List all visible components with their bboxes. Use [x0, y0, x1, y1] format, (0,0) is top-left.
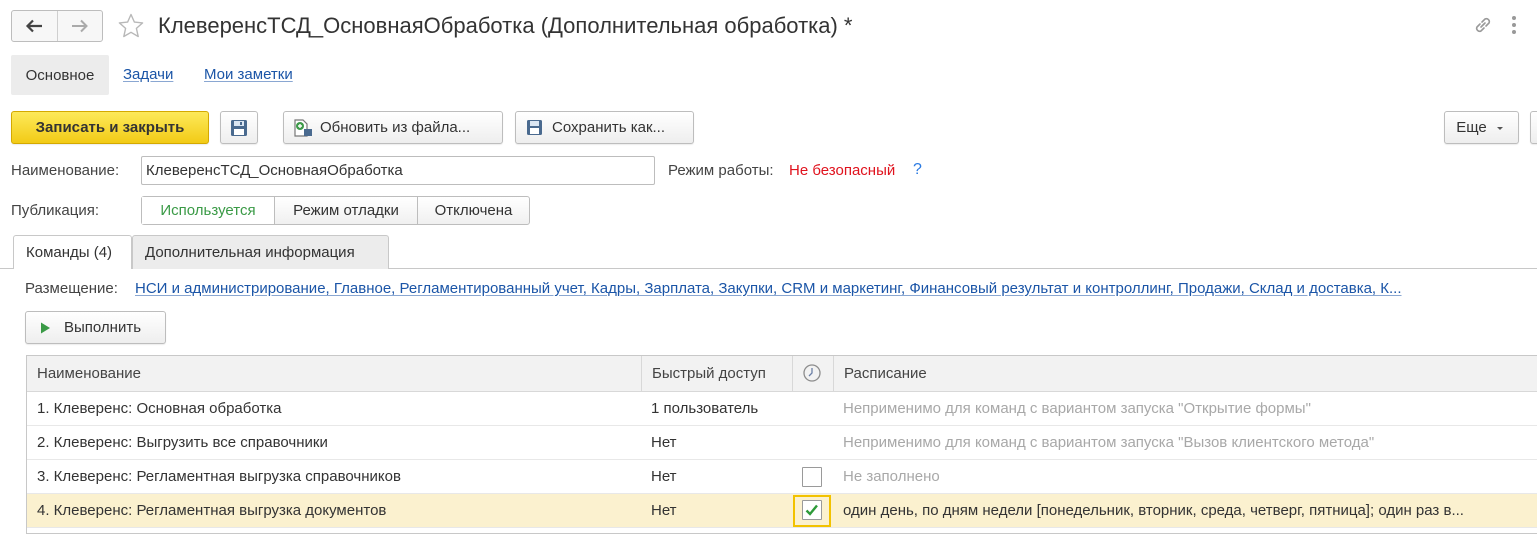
tab-divider — [0, 268, 13, 269]
checkmark-icon — [805, 504, 818, 516]
reload-from-file-icon — [294, 118, 312, 137]
favorite-star-icon[interactable] — [117, 12, 145, 40]
mode-value: Не безопасный — [789, 162, 896, 179]
section-tasks-link[interactable]: Задачи — [123, 66, 173, 83]
row-quick-access-cell: Нет — [651, 434, 677, 451]
row-name-cell: 4. Клеверенс: Регламентная выгрузка доку… — [37, 502, 387, 519]
save-as-icon — [527, 119, 542, 135]
reload-from-file-label: Обновить из файла... — [320, 119, 471, 136]
save-as-label: Сохранить как... — [552, 119, 666, 136]
more-vertical-icon[interactable] — [1510, 13, 1518, 37]
publication-option-used[interactable]: Используется — [142, 197, 274, 224]
row-quick-access-cell: Нет — [651, 468, 677, 485]
row-name-cell: 3. Клеверенс: Регламентная выгрузка спра… — [37, 468, 401, 485]
tab-commands[interactable]: Команды (4) — [13, 235, 132, 269]
clock-icon — [803, 364, 821, 382]
name-input[interactable]: КлеверенсТСД_ОсновнаяОбработка — [141, 156, 655, 185]
table-header: Наименование Быстрый доступ Расписание — [27, 356, 1537, 392]
commands-table: Наименование Быстрый доступ Расписание 1… — [26, 355, 1537, 534]
arrow-right-icon — [71, 19, 88, 33]
row-schedule-cell: Не заполнено — [843, 468, 940, 485]
run-button[interactable]: Выполнить — [25, 311, 166, 344]
row-name-cell: 2. Клеверенс: Выгрузить все справочники — [37, 434, 328, 451]
row-name-cell: 1. Клеверенс: Основная обработка — [37, 400, 282, 417]
table-row-selected[interactable]: 4. Клеверенс: Регламентная выгрузка доку… — [27, 494, 1537, 528]
run-label: Выполнить — [64, 319, 142, 336]
row-schedule-cell: Неприменимо для команд с вариантом запус… — [843, 434, 1375, 451]
name-label: Наименование: — [11, 162, 120, 179]
arrow-left-icon — [26, 19, 43, 33]
chevron-down-icon — [1496, 126, 1503, 130]
row-quick-access-cell: 1 пользователь — [651, 400, 759, 417]
publication-option-debug[interactable]: Режим отладки — [274, 197, 417, 224]
publication-selector: Используется Режим отладки Отключена — [141, 196, 530, 225]
schedule-enabled-checkbox[interactable] — [802, 467, 822, 487]
navigation-buttons — [11, 10, 103, 42]
more-button[interactable]: Еще — [1444, 111, 1519, 144]
row-schedule-cell: Неприменимо для команд с вариантом запус… — [843, 400, 1311, 417]
save-and-close-button[interactable]: Записать и закрыть — [11, 111, 209, 144]
save-button[interactable] — [220, 111, 258, 144]
back-button[interactable] — [12, 11, 57, 41]
window-title: КлеверенсТСД_ОсновнаяОбработка (Дополнит… — [158, 13, 853, 38]
section-notes-link[interactable]: Мои заметки — [204, 66, 293, 83]
link-icon[interactable] — [1472, 14, 1494, 36]
tab-divider — [389, 268, 1537, 269]
placement-link[interactable]: НСИ и администрирование, Главное, Реглам… — [135, 280, 1537, 297]
row-schedule-cell: один день, по дням недели [понедельник, … — [843, 502, 1464, 519]
column-quick-access-header[interactable]: Быстрый доступ — [641, 356, 792, 392]
row-quick-access-cell: Нет — [651, 502, 677, 519]
mode-label: Режим работы: — [668, 162, 774, 179]
play-icon — [41, 322, 50, 333]
placement-label: Размещение: — [25, 280, 118, 297]
save-as-button[interactable]: Сохранить как... — [515, 111, 694, 144]
reload-from-file-button[interactable]: Обновить из файла... — [283, 111, 503, 144]
toolbar-overflow-button[interactable] — [1530, 111, 1537, 144]
table-row[interactable]: 3. Клеверенс: Регламентная выгрузка спра… — [27, 460, 1537, 494]
floppy-disk-icon — [231, 119, 247, 136]
publication-label: Публикация: — [11, 202, 99, 219]
column-name-header[interactable]: Наименование — [27, 356, 641, 392]
tab-additional-info[interactable]: Дополнительная информация — [132, 235, 389, 269]
forward-button[interactable] — [56, 11, 102, 41]
column-scheduled-header[interactable] — [792, 356, 833, 392]
more-label: Еще — [1456, 119, 1487, 136]
column-schedule-header[interactable]: Расписание — [833, 356, 1537, 392]
publication-option-disabled[interactable]: Отключена — [417, 197, 529, 224]
mode-help-link[interactable]: ? — [913, 161, 922, 179]
table-row[interactable]: 2. Клеверенс: Выгрузить все справочники … — [27, 426, 1537, 460]
table-row[interactable]: 1. Клеверенс: Основная обработка 1 польз… — [27, 392, 1537, 426]
schedule-enabled-checkbox-checked[interactable] — [802, 500, 822, 520]
section-main[interactable]: Основное — [11, 55, 109, 95]
